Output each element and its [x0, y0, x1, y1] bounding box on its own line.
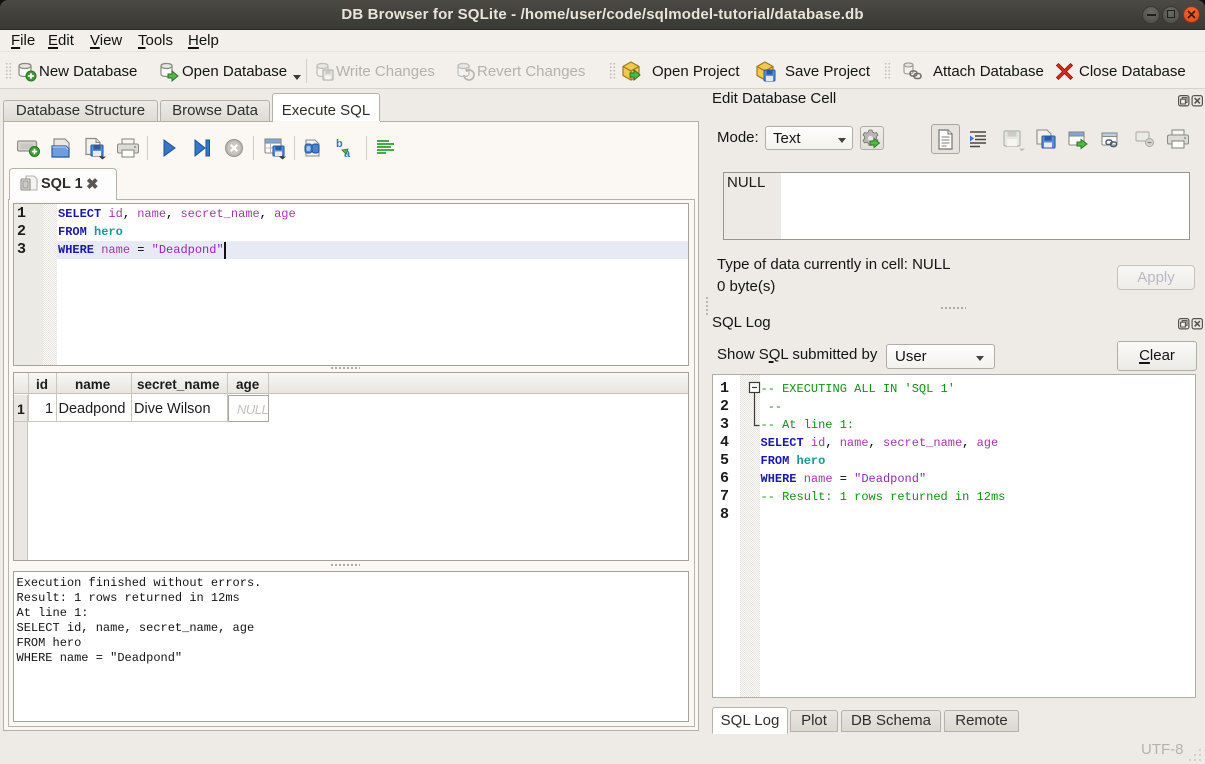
svg-text:b: b [336, 138, 343, 150]
